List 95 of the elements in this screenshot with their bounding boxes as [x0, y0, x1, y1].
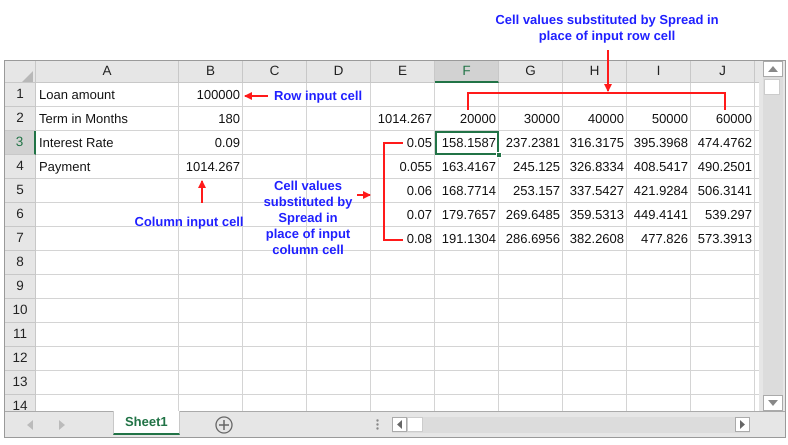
- column-header[interactable]: B: [179, 61, 243, 83]
- column-header[interactable]: G: [499, 61, 563, 83]
- triangle-right-icon[interactable]: [59, 420, 65, 430]
- table-cell-text: 237.2381: [504, 134, 561, 152]
- fill-handle[interactable]: [496, 152, 502, 158]
- scroll-right-button[interactable]: [734, 417, 750, 432]
- column-header[interactable]: C: [243, 61, 307, 83]
- table-cell-text: 0.08: [406, 230, 433, 248]
- table-cell-text: 0.06: [406, 182, 433, 200]
- table-cell-text: 60000: [714, 110, 753, 128]
- table-cell-text: 253.157: [512, 182, 561, 200]
- column-header[interactable]: E: [371, 61, 435, 83]
- table-cell-text: 382.2608: [568, 230, 625, 248]
- column-header[interactable]: D: [307, 61, 371, 83]
- triangle-left-icon[interactable]: [27, 420, 33, 430]
- table-cell-text: 50000: [650, 110, 689, 128]
- row-header[interactable]: 11: [5, 323, 36, 347]
- row-header[interactable]: 7: [5, 227, 36, 251]
- table-cell-text: 0.055: [398, 158, 433, 176]
- row-header[interactable]: 2: [5, 107, 36, 131]
- row-header[interactable]: 14: [5, 395, 36, 411]
- scroll-up-button[interactable]: [763, 61, 783, 77]
- table-cell-text: 191.1304: [440, 230, 497, 248]
- table-cell-text: 395.3968: [632, 134, 689, 152]
- table-cell-text: 245.125: [512, 158, 561, 176]
- arrow: [198, 180, 206, 203]
- selected-cell[interactable]: 158.1587: [435, 131, 499, 155]
- sheet-tab[interactable]: Sheet1: [113, 411, 180, 435]
- table-cell-text: 168.7714: [440, 182, 497, 200]
- table-cell-text: 163.4167: [440, 158, 497, 176]
- column-header[interactable]: H: [563, 61, 627, 83]
- table-cell-text: 326.8334: [568, 158, 625, 176]
- row-header[interactable]: 9: [5, 275, 36, 299]
- add-icon[interactable]: [214, 416, 233, 434]
- table-cell-text: 0.09: [214, 134, 241, 152]
- arrow: [357, 191, 371, 199]
- table-cell-text: 408.5417: [632, 158, 689, 176]
- table-cell-text: 1014.267: [376, 110, 433, 128]
- row-header[interactable]: 10: [5, 299, 36, 323]
- table-cell-text: 359.5313: [568, 206, 625, 224]
- arrow: [604, 50, 612, 92]
- table-cell-text: 449.4141: [632, 206, 689, 224]
- row-header[interactable]: 4: [5, 155, 36, 179]
- table-cell-text: 573.3913: [696, 230, 753, 248]
- column-header[interactable]: I: [627, 61, 691, 83]
- table-cell-text: 0.07: [406, 206, 433, 224]
- triangle-right-icon: [740, 420, 745, 429]
- table-cell-text: 506.3141: [696, 182, 753, 200]
- triangle-up-icon: [768, 66, 778, 72]
- table-cell-text: Interest Rate: [38, 134, 114, 152]
- table-cell-text: 490.2501: [696, 158, 753, 176]
- table-cell-text: Term in Months: [38, 110, 129, 128]
- table-cell-text: 100000: [196, 86, 241, 104]
- table-cell-text: 539.297: [704, 206, 753, 224]
- scroll-left-button[interactable]: [392, 417, 407, 432]
- scrollbar-thumb[interactable]: [764, 79, 780, 95]
- table-cell-text: 286.6956: [504, 230, 561, 248]
- triangle-down-icon: [768, 400, 778, 406]
- scrollbar-thumb[interactable]: [406, 417, 423, 432]
- dots-icon[interactable]: [376, 419, 379, 430]
- scroll-down-button[interactable]: [763, 395, 783, 411]
- table-cell-text: 477.826: [640, 230, 689, 248]
- row-header[interactable]: 1: [5, 83, 36, 107]
- table-cell-text: 30000: [522, 110, 561, 128]
- table-cell-text: Payment: [38, 158, 92, 176]
- table-cell-text: 316.3175: [568, 134, 625, 152]
- annotation-label: Row input cell: [272, 88, 364, 104]
- table-cell-text: 180: [217, 110, 241, 128]
- row-header[interactable]: 12: [5, 347, 36, 371]
- column-header[interactable]: J: [691, 61, 755, 83]
- row-header[interactable]: 6: [5, 203, 36, 227]
- annotation-label: Column input cell: [133, 214, 245, 230]
- row-header[interactable]: 8: [5, 251, 36, 275]
- column-header[interactable]: F: [435, 61, 499, 83]
- table-cell-text: 179.7657: [440, 206, 497, 224]
- table-cell-text: 474.4762: [696, 134, 753, 152]
- table-cell-text: Loan amount: [38, 86, 116, 104]
- table-cell-text: 337.5427: [568, 182, 625, 200]
- select-all-triangle-icon[interactable]: [22, 71, 33, 82]
- row-header[interactable]: 3: [5, 131, 36, 155]
- column-header[interactable]: A: [36, 61, 179, 83]
- table-cell-text: 421.9284: [632, 182, 689, 200]
- arrow: [244, 92, 268, 100]
- table-cell-text: 1014.267: [184, 158, 241, 176]
- vertical-scrollbar[interactable]: [763, 61, 783, 411]
- annotation-label: Cell values substituted by Spread in place of input row cell: [494, 12, 720, 44]
- table-cell-text: 40000: [586, 110, 625, 128]
- annotation-label: Cell values substituted by Spread in place of input column cell: [262, 178, 354, 258]
- row-header[interactable]: 13: [5, 371, 36, 395]
- table-cell-text: 0.05: [406, 134, 433, 152]
- triangle-left-icon: [396, 420, 402, 429]
- row-header[interactable]: 5: [5, 179, 36, 203]
- table-cell-text: 269.6485: [504, 206, 561, 224]
- horizontal-scrollbar[interactable]: [392, 416, 750, 432]
- table-cell-text: 20000: [458, 110, 497, 128]
